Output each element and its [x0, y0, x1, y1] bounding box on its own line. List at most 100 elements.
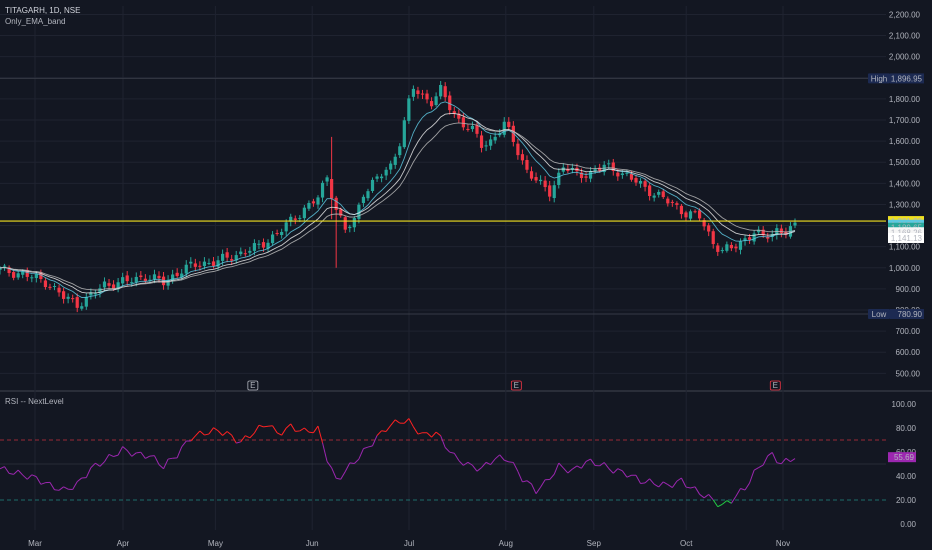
candle-body [625, 172, 629, 174]
candle-body [30, 277, 34, 279]
candle-body [152, 274, 157, 280]
candle-body [684, 212, 688, 218]
candle-body [189, 261, 193, 264]
candle-body [343, 217, 347, 230]
month-tick-label: Oct [680, 539, 693, 548]
candle-body [720, 250, 724, 252]
month-tick-label: May [208, 539, 223, 548]
candle-body [66, 296, 70, 299]
candle-body [670, 201, 674, 203]
candle-body [221, 253, 225, 261]
candle-body [693, 211, 697, 213]
time-axis[interactable] [0, 536, 932, 550]
candle-body [507, 121, 511, 128]
symbol-title[interactable]: TITAGARH, 1D, NSE [5, 6, 80, 15]
candle-body [380, 176, 384, 179]
month-tick-label: Jun [306, 539, 319, 548]
high-value: 1,896.95 [891, 74, 923, 83]
candle-body [348, 226, 352, 229]
candle-body [125, 275, 129, 282]
candle-body [698, 210, 702, 219]
price-tick-label: 1,500.00 [889, 158, 921, 167]
candle-body [539, 179, 543, 182]
month-tick-label: Jul [404, 539, 414, 548]
candle-body [211, 261, 216, 266]
candle-body [393, 156, 397, 165]
high-label: High [871, 74, 887, 83]
candle-body [439, 84, 443, 97]
candle-body [734, 246, 738, 249]
candle-body [475, 125, 479, 134]
candle-body [248, 250, 252, 253]
candle-body [325, 177, 329, 182]
candle-body [52, 286, 57, 288]
price-tick-label: 700.00 [896, 327, 921, 336]
candle-body [416, 90, 420, 95]
candle-body [139, 275, 143, 278]
candle-body [293, 218, 297, 220]
candle-body [202, 261, 207, 267]
chart-canvas: 500.00600.00700.00800.00900.001,000.001,… [0, 0, 932, 550]
price-tick-label: 2,000.00 [889, 53, 921, 62]
candle-body [716, 245, 720, 252]
candle-body [316, 197, 320, 205]
candle-body [688, 211, 693, 219]
candle-body [638, 180, 643, 184]
candle-body [516, 143, 520, 156]
month-tick-label: Aug [499, 539, 513, 548]
candle-body [43, 280, 48, 288]
candle-body [620, 173, 624, 176]
candle-body [184, 264, 188, 274]
price-tick-label: 2,200.00 [889, 10, 921, 19]
chart-background [0, 0, 932, 550]
candle-body [738, 241, 743, 250]
candle-body [434, 96, 438, 105]
candle-body [307, 203, 311, 209]
candle-body [275, 233, 279, 235]
candle-body [16, 273, 20, 278]
candle-body [729, 244, 733, 249]
month-tick-label: Apr [117, 539, 130, 548]
rsi-indicator-label[interactable]: RSI -- NextLevel [5, 397, 64, 406]
rsi-segment [508, 461, 514, 463]
event-marker-label: E [250, 381, 255, 390]
price-tick-label: 2,100.00 [889, 32, 921, 41]
candle-body [779, 228, 783, 234]
candle-body [398, 146, 402, 156]
indicator-label[interactable]: Only_EMA_band [5, 17, 65, 26]
candle-body [107, 283, 111, 286]
rsi-segment [308, 431, 314, 434]
candle-body [157, 275, 161, 279]
candle-body [121, 277, 125, 284]
candle-body [711, 231, 715, 245]
candle-body [707, 225, 711, 232]
candle-body [370, 179, 375, 191]
candle-body [525, 159, 529, 170]
candle-body [207, 263, 211, 265]
candle-body [461, 117, 465, 128]
candle-body [130, 282, 134, 284]
price-tick-label: 600.00 [896, 348, 921, 357]
candle-body [48, 286, 52, 288]
low-value: 780.90 [898, 310, 923, 319]
candle-body [75, 297, 79, 308]
candle-body [747, 237, 752, 240]
price-tick-label: 500.00 [896, 369, 921, 378]
candle-body [661, 191, 665, 198]
price-tick-label: 1,400.00 [889, 179, 921, 188]
candle-body [725, 244, 729, 251]
candle-body [588, 170, 593, 179]
candle-body [375, 176, 379, 179]
candle-body [502, 121, 506, 135]
candle-body [429, 101, 434, 107]
candle-body [793, 222, 797, 226]
rsi-tick-label: 40.00 [896, 472, 917, 481]
candle-body [561, 167, 565, 172]
candle-body [629, 173, 634, 180]
price-tick-label: 1,100.00 [889, 243, 921, 252]
candle-body [62, 291, 66, 299]
candle-body [466, 128, 470, 130]
candle-body [2, 265, 7, 267]
price-tick-label: 1,300.00 [889, 200, 921, 209]
rsi-segment [263, 425, 269, 428]
